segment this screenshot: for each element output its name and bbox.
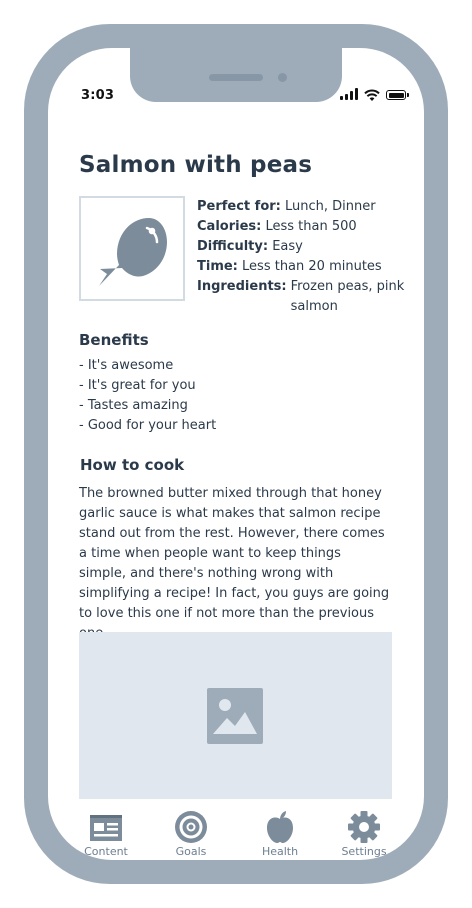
how-to-cook-text: The browned butter mixed through that ho… — [79, 486, 390, 641]
wifi-icon — [364, 89, 380, 101]
list-item: - It's awesome — [79, 358, 174, 373]
image-placeholder-icon — [207, 688, 263, 744]
tab-bar: Content Goals Health Settings — [48, 810, 424, 860]
gear-icon — [348, 811, 380, 843]
benefits-heading: Benefits — [79, 331, 149, 349]
tab-content[interactable]: Content — [66, 810, 146, 858]
image-placeholder — [79, 632, 392, 799]
detail-value: Less than 20 minutes — [242, 259, 382, 274]
newspaper-icon — [90, 815, 122, 841]
tab-health[interactable]: Health — [240, 810, 320, 858]
battery-level — [388, 92, 404, 98]
recipe-thumbnail — [79, 196, 185, 301]
detail-label: Calories: — [197, 219, 262, 234]
detail-value: Lunch, Dinner — [285, 199, 376, 214]
detail-label: Time: — [197, 259, 238, 274]
tab-settings[interactable]: Settings — [324, 810, 404, 858]
signal-icon — [345, 94, 348, 100]
signal-icon — [340, 96, 343, 100]
phone-screen: 3:03 Salmon with peas Perfect for: Lunch… — [48, 48, 424, 860]
detail-difficulty: Difficulty: Easy — [197, 237, 407, 257]
fish-icon — [99, 218, 167, 286]
status-icons — [340, 88, 410, 102]
battery-icon — [386, 90, 406, 100]
list-item: - Good for your heart — [79, 418, 217, 433]
how-to-cook-heading: How to cook — [80, 456, 185, 474]
signal-icon — [355, 88, 358, 100]
notch — [130, 48, 342, 102]
signal-icon — [350, 91, 353, 100]
apple-icon — [267, 811, 293, 843]
recipe-title: Salmon with peas — [79, 152, 313, 178]
target-icon — [175, 811, 207, 843]
detail-label: Ingredients: — [197, 279, 287, 294]
detail-ingredients: Ingredients: Frozen peas, pink salmon — [197, 277, 407, 317]
tab-label: Settings — [341, 845, 387, 858]
recipe-details: Perfect for: Lunch, Dinner Calories: Les… — [197, 197, 407, 317]
detail-time: Time: Less than 20 minutes — [197, 257, 407, 277]
detail-label: Difficulty: — [197, 239, 269, 254]
detail-value: Less than 500 — [265, 219, 357, 234]
detail-value: Frozen peas, pink salmon — [290, 279, 405, 314]
battery-tip — [407, 93, 409, 97]
detail-perfect-for: Perfect for: Lunch, Dinner — [197, 197, 407, 217]
detail-calories: Calories: Less than 500 — [197, 217, 407, 237]
phone-frame: 3:03 Salmon with peas Perfect for: Lunch… — [24, 24, 448, 884]
front-camera — [278, 73, 287, 82]
detail-value: Easy — [272, 239, 303, 254]
list-item: - Tastes amazing — [79, 398, 188, 413]
tab-label: Goals — [175, 845, 207, 858]
speaker — [209, 74, 263, 81]
tab-label: Health — [261, 845, 299, 858]
tab-label: Content — [84, 845, 128, 858]
benefits-list: - It's awesome - It's great for you - Ta… — [79, 356, 216, 436]
status-time: 3:03 — [81, 88, 115, 103]
list-item: - It's great for you — [79, 378, 196, 393]
detail-label: Perfect for: — [197, 199, 281, 214]
tab-goals[interactable]: Goals — [151, 810, 231, 858]
